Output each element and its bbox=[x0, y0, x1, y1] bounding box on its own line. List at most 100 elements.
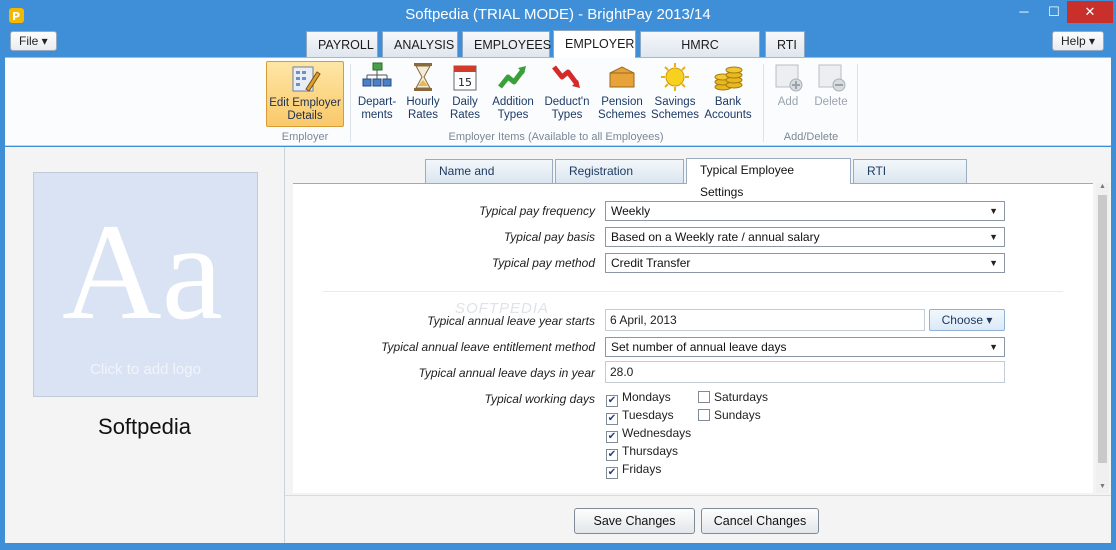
pay-frequency-select[interactable]: Weekly ▼ bbox=[605, 201, 1005, 221]
tab-hmrc-payments[interactable]: HMRC PAYMENTS bbox=[640, 31, 760, 78]
pay-frequency-value: Weekly bbox=[611, 204, 651, 218]
chevron-down-icon: ▼ bbox=[989, 342, 998, 352]
thursday-checkbox[interactable]: ✔ Thursdays bbox=[606, 444, 678, 461]
pay-frequency-label: Typical pay frequency bbox=[479, 204, 595, 218]
departments-label-1: Depart- bbox=[357, 96, 397, 108]
delete-button[interactable]: Delete bbox=[810, 61, 852, 127]
tab-employees[interactable]: EMPLOYEES bbox=[462, 31, 551, 57]
help-menu-button[interactable]: Help ▾ bbox=[1052, 31, 1105, 51]
sunday-checkbox[interactable]: Sundays bbox=[698, 408, 761, 422]
deduction-arrow-icon bbox=[552, 65, 580, 88]
pension-box-icon bbox=[609, 66, 635, 88]
group-label-employer: Employer bbox=[281, 131, 329, 143]
company-panel: Aa Click to add logo Softpedia bbox=[5, 147, 284, 543]
tuesday-checkbox[interactable]: ✔ Tuesdays bbox=[606, 408, 674, 425]
tab-typical-employee-settings[interactable]: Typical Employee Settings bbox=[686, 158, 851, 199]
savings-sun-icon bbox=[661, 63, 689, 91]
hourly-label-2: Rates bbox=[407, 108, 439, 121]
scroll-down-icon[interactable]: ▼ bbox=[1096, 483, 1109, 493]
logo-letters: Aa bbox=[62, 195, 223, 348]
ribbon: Edit Employer Details Employer Depart- m… bbox=[5, 57, 1111, 146]
addition-arrow-icon bbox=[498, 66, 526, 89]
add-button[interactable]: Add bbox=[769, 61, 807, 127]
group-separator bbox=[763, 64, 764, 142]
tab-analysis[interactable]: ANALYSIS bbox=[382, 31, 458, 57]
softpedia-watermark: SOFTPEDIA bbox=[455, 300, 550, 317]
tab-payroll[interactable]: PAYROLL bbox=[306, 31, 378, 57]
edit-employer-details-button[interactable]: Edit Employer Details bbox=[266, 61, 344, 127]
coins-icon bbox=[714, 66, 743, 91]
employer-content: Name and Address Registration Details Ty… bbox=[284, 147, 1111, 543]
saturday-checkbox[interactable]: Saturdays bbox=[698, 390, 768, 404]
vertical-scrollbar[interactable]: ▲ ▼ bbox=[1096, 183, 1109, 493]
chevron-down-icon: ▼ bbox=[989, 206, 998, 216]
unchecked-box-icon bbox=[698, 391, 710, 403]
check-icon: ✔ bbox=[606, 395, 618, 407]
group-separator bbox=[857, 64, 858, 142]
close-button[interactable]: ✕ bbox=[1067, 1, 1113, 23]
leave-method-value: Set number of annual leave days bbox=[611, 340, 787, 354]
daily-label-1: Daily bbox=[452, 96, 478, 108]
tab-rti[interactable]: RTI bbox=[765, 31, 805, 57]
file-menu-button[interactable]: File ▾ bbox=[10, 31, 57, 51]
leave-method-select[interactable]: Set number of annual leave days ▼ bbox=[605, 337, 1005, 357]
check-icon: ✔ bbox=[606, 449, 618, 461]
departments-icon bbox=[362, 62, 392, 87]
minimize-button[interactable]: ─ bbox=[1009, 1, 1039, 23]
check-icon: ✔ bbox=[606, 413, 618, 425]
savings-schemes-button[interactable]: Savings Schemes bbox=[651, 61, 699, 127]
group-separator bbox=[350, 64, 351, 142]
working-days-label: Typical working days bbox=[484, 392, 595, 406]
scroll-up-icon[interactable]: ▲ bbox=[1096, 183, 1109, 193]
friday-label: Fridays bbox=[622, 462, 662, 476]
cancel-changes-button[interactable]: Cancel Changes bbox=[701, 508, 819, 534]
daily-label-2: Rates bbox=[449, 108, 481, 121]
save-changes-button[interactable]: Save Changes bbox=[574, 508, 695, 534]
svg-text:15: 15 bbox=[458, 76, 472, 89]
leave-year-starts-label: Typical annual leave year starts bbox=[427, 314, 595, 328]
addition-types-button[interactable]: Addition Types bbox=[489, 61, 537, 127]
pay-method-label: Typical pay method bbox=[491, 256, 595, 270]
scroll-thumb[interactable] bbox=[1098, 195, 1107, 463]
deduction-types-button[interactable]: Deduct'n Types bbox=[542, 61, 592, 127]
wednesday-label: Wednesdays bbox=[622, 426, 692, 440]
pension-schemes-button[interactable]: Pension Schemes bbox=[597, 61, 647, 127]
hourly-label-1: Hourly bbox=[406, 96, 440, 108]
tab-registration-details[interactable]: Registration Details bbox=[555, 159, 684, 200]
add-label: Add bbox=[777, 96, 799, 108]
pension-label-1: Pension bbox=[601, 96, 643, 108]
hourly-rates-button[interactable]: Hourly Rates bbox=[404, 61, 442, 127]
pay-basis-select[interactable]: Based on a Weekly rate / annual salary ▼ bbox=[605, 227, 1005, 247]
tab-employer[interactable]: EMPLOYER bbox=[553, 30, 636, 58]
edit-employer-label-2: Details bbox=[287, 109, 323, 122]
maximize-button[interactable]: ☐ bbox=[1039, 1, 1069, 23]
leave-days-label: Typical annual leave days in year bbox=[418, 366, 595, 380]
choose-date-button[interactable]: Choose ▾ bbox=[929, 309, 1005, 331]
edit-employer-icon bbox=[292, 66, 321, 92]
leave-method-label: Typical annual leave entitlement method bbox=[381, 340, 595, 354]
tab-name-and-address[interactable]: Name and Address bbox=[425, 159, 553, 200]
check-icon: ✔ bbox=[606, 431, 618, 443]
addition-label-1: Addition bbox=[492, 96, 534, 108]
leave-days-field[interactable]: 28.0 bbox=[605, 361, 1005, 383]
leave-year-start-field[interactable]: 6 April, 2013 bbox=[605, 309, 925, 331]
savings-label-2: Schemes bbox=[651, 108, 699, 121]
group-label-add-delete: Add/Delete bbox=[783, 131, 839, 143]
tab-rti-submissions[interactable]: RTI Submissions bbox=[853, 159, 967, 200]
pay-method-select[interactable]: Credit Transfer ▼ bbox=[605, 253, 1005, 273]
section-divider bbox=[323, 291, 1063, 292]
friday-checkbox[interactable]: ✔ Fridays bbox=[606, 462, 661, 479]
daily-rates-button[interactable]: 15 Daily Rates bbox=[446, 61, 484, 127]
monday-checkbox[interactable]: ✔ Mondays bbox=[606, 390, 671, 407]
unchecked-box-icon bbox=[698, 409, 710, 421]
action-bar: Save Changes Cancel Changes bbox=[285, 495, 1111, 543]
pay-basis-label: Typical pay basis bbox=[503, 230, 595, 244]
wednesday-checkbox[interactable]: ✔ Wednesdays bbox=[606, 426, 691, 443]
thursday-label: Thursdays bbox=[622, 444, 679, 458]
saturday-label: Saturdays bbox=[714, 390, 769, 404]
logo-placeholder[interactable]: Aa Click to add logo bbox=[33, 172, 258, 397]
departments-button[interactable]: Depart- ments bbox=[355, 61, 399, 127]
bank-label-2: Accounts bbox=[704, 108, 752, 121]
bank-accounts-button[interactable]: Bank Accounts bbox=[703, 61, 753, 127]
app-window: P Softpedia (TRIAL MODE) - BrightPay 201… bbox=[0, 0, 1116, 550]
